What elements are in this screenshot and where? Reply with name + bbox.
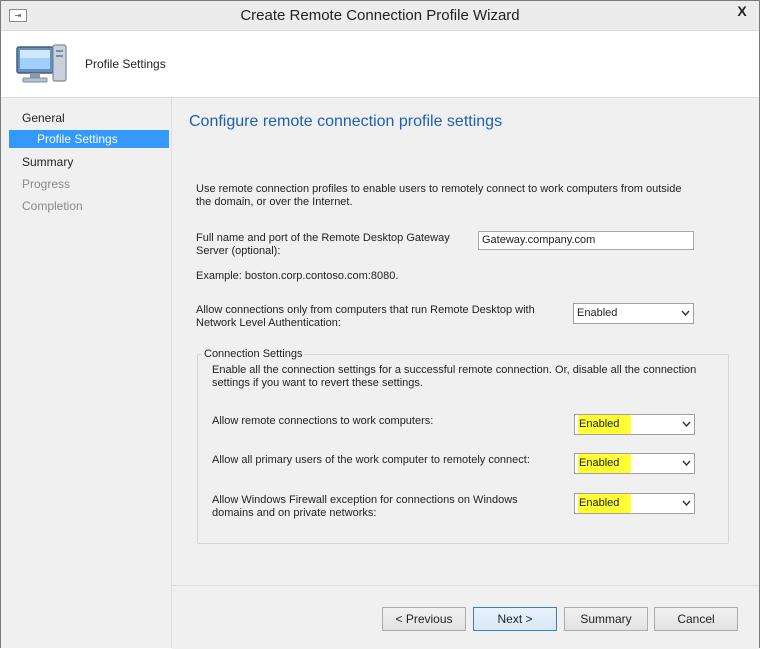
close-button[interactable]: X — [729, 1, 755, 21]
wizard-window: ⇥ Create Remote Connection Profile Wizar… — [0, 0, 760, 649]
computer-icon — [16, 44, 67, 83]
intro-text: Use remote connection profiles to enable… — [196, 183, 682, 208]
primary-users-value: Enabled — [578, 454, 632, 473]
primary-users-label: Allow all primary users of the work comp… — [212, 454, 530, 466]
remote-connections-value: Enabled — [578, 415, 632, 434]
nav-item-completion: Completion — [22, 199, 83, 213]
firewall-select[interactable]: Enabled — [574, 493, 695, 514]
gateway-example: Example: boston.corp.contoso.com:8080. — [196, 270, 399, 282]
cancel-button[interactable]: Cancel — [654, 607, 738, 631]
window-title: Create Remote Connection Profile Wizard — [240, 7, 520, 24]
title-bar: ⇥ Create Remote Connection Profile Wizar… — [1, 1, 759, 31]
previous-button[interactable]: < Previous — [382, 607, 466, 631]
main-panel: Configure remote connection profile sett… — [172, 98, 759, 585]
nav-item-profile-settings[interactable]: Profile Settings — [9, 130, 169, 148]
gateway-input[interactable]: Gateway.company.com — [478, 231, 694, 250]
firewall-value: Enabled — [578, 494, 632, 513]
nav-item-progress: Progress — [22, 177, 71, 191]
wizard-nav: General Profile Settings Summary Progres… — [1, 98, 172, 648]
chevron-down-icon — [682, 460, 691, 466]
nav-item-general[interactable]: General — [9, 109, 169, 127]
nla-select[interactable]: Enabled — [573, 303, 694, 324]
remote-connections-label: Allow remote connections to work compute… — [212, 415, 434, 427]
primary-users-select[interactable]: Enabled — [574, 453, 695, 474]
connection-settings-legend: Connection Settings — [202, 348, 305, 360]
gateway-label: Full name and port of the Remote Desktop… — [196, 232, 450, 257]
connection-settings-description: Enable all the connection settings for a… — [212, 364, 697, 389]
nav-item-summary[interactable]: Summary — [9, 153, 169, 171]
summary-button[interactable]: Summary — [564, 607, 648, 631]
page-title: Configure remote connection profile sett… — [189, 113, 503, 130]
wizard-footer: < Previous Next > Summary Cancel — [172, 585, 759, 649]
chevron-down-icon — [682, 421, 691, 427]
wizard-header: Profile Settings — [1, 31, 759, 98]
chevron-down-icon — [681, 310, 690, 316]
remote-connections-select[interactable]: Enabled — [574, 414, 695, 435]
chevron-down-icon — [682, 500, 691, 506]
firewall-label: Allow Windows Firewall exception for con… — [212, 494, 518, 519]
nla-label: Allow connections only from computers th… — [196, 304, 535, 329]
header-title: Profile Settings — [85, 57, 166, 71]
next-button[interactable]: Next > — [473, 607, 557, 631]
nla-select-value: Enabled — [577, 307, 618, 319]
